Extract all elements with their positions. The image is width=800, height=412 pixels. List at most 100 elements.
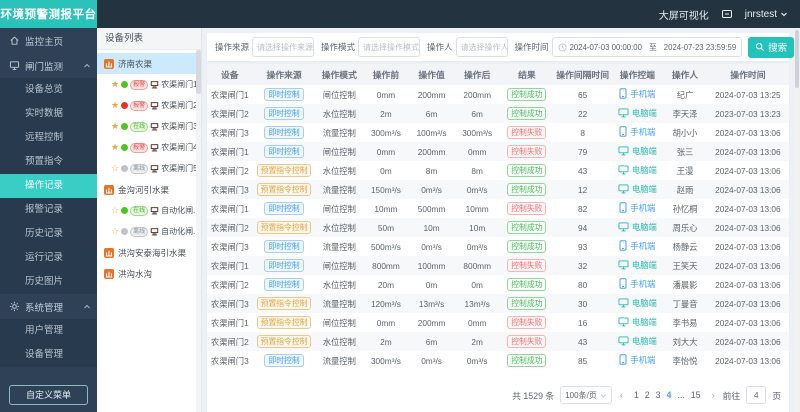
table-row: 农渠闸门2 预置指令控制 水位控制 2m 6m 2m 控制失败 43 电脑端 刘大大 2024-07… — [207, 332, 789, 351]
cell-terminal: 手机端 — [612, 85, 664, 104]
table-header-row: 设备 操作来源 操作模式 操作前 操作值 操作后 结果 操作间隔时间 操作控端 操作人 操作时间 — [207, 64, 789, 85]
terminal-indicator: 手机端 — [619, 202, 655, 214]
cell-device: 农渠闸门3 — [210, 241, 249, 252]
sidebar-item-报警记录[interactable]: 报警记录 — [0, 198, 97, 222]
sidebar-group-gate-monitor[interactable]: 闸门监测 — [0, 53, 97, 78]
cell-operator: 王笑天 — [663, 256, 707, 275]
prev-page-button[interactable]: ‹ — [618, 390, 625, 400]
table-row: 农渠闸门1 即时控制 闸位控制 0mm 200mm 200mm 控制成功 65 手机端 纪广 202… — [207, 85, 789, 104]
user-menu[interactable]: jnrstest — [745, 9, 788, 20]
page-button-2[interactable]: 2 — [642, 390, 653, 400]
tree-group-洪沟水沟[interactable]: 洪沟水沟 — [97, 263, 201, 284]
source-badge: 即时控制 — [264, 278, 304, 291]
sidebar-item-实时数据[interactable]: 实时数据 — [0, 102, 97, 126]
filter-mode-label: 操作模式 — [321, 42, 356, 52]
tree-group-济南农渠[interactable]: 济南农渠 — [97, 53, 201, 74]
tree-device-自动化闸..[interactable]: ☆ 离线 自动化闸.. — [97, 221, 201, 242]
cell-interval: 32 — [553, 256, 612, 275]
cell-result: 控制成功 — [500, 161, 554, 180]
cell-source: 预置指令控制 — [252, 294, 316, 313]
tree-group-label: 济南农渠 — [118, 58, 153, 69]
tree-group-金沟河引水渠[interactable]: 金沟河引水渠 — [97, 179, 201, 200]
sidebar-item-设备总览[interactable]: 设备总览 — [0, 78, 97, 102]
cell-time: 2023-07-03 13:23 — [706, 104, 789, 123]
cell-value: 10m — [408, 218, 455, 237]
favorite-star-icon[interactable]: ☆ — [111, 164, 119, 173]
sidebar-item-历史记录[interactable]: 历史记录 — [0, 222, 97, 246]
favorite-star-icon[interactable]: ★ — [111, 122, 119, 131]
tree-device-农渠闸门2[interactable]: ★ 报警 农渠闸门2 — [97, 95, 201, 116]
result-badge: 控制成功 — [507, 297, 547, 310]
sidebar-item-home[interactable]: 监控主页 — [0, 28, 97, 53]
phone-icon — [619, 202, 627, 213]
favorite-star-icon[interactable]: ★ — [111, 101, 119, 110]
cell-result: 控制失败 — [500, 256, 554, 275]
favorite-star-icon[interactable]: ☆ — [111, 206, 119, 215]
cell-device: 农渠闸门1 — [210, 89, 249, 100]
goto-page-input[interactable]: 4 — [746, 386, 767, 404]
tree-group-label: 洪沟水沟 — [118, 268, 153, 279]
sidebar-item-运行记录[interactable]: 运行记录 — [0, 246, 97, 270]
favorite-star-icon[interactable]: ☆ — [111, 227, 119, 236]
cell-operator: 王漫 — [676, 165, 694, 176]
filter-time-label: 操作时间 — [514, 42, 549, 52]
sidebar-group-system[interactable]: 系统管理 — [0, 294, 97, 319]
table-row: 农渠闸门1 即时控制 闸位控制 800mm 100mm 800mm 控制失败 32 电脑端 王笑天… — [207, 256, 789, 275]
sidebar-item-预置指令[interactable]: 预置指令 — [0, 150, 97, 174]
custom-menu-button[interactable]: 自定义菜单 — [9, 385, 88, 405]
favorite-star-icon[interactable]: ★ — [111, 80, 119, 89]
cell-source: 即时控制 — [252, 104, 316, 123]
page-button-1[interactable]: 1 — [631, 390, 642, 400]
cell-device: 农渠闸门1 — [210, 203, 249, 214]
cell-before: 120m³/s — [363, 294, 409, 313]
cell-before: 2m — [363, 104, 409, 123]
phone-icon — [619, 354, 627, 365]
tree-device-自动化闸..[interactable]: ☆ 在线 自动化闸.. — [97, 200, 201, 221]
tree-device-农渠闸门4[interactable]: ★ 报警 农渠闸门4 — [97, 137, 201, 158]
cell-after: 8m — [471, 165, 483, 176]
cell-before: 20m — [377, 279, 394, 290]
table-row: 农渠闸门2 即时控制 水位控制 2m 6m 6m 控制成功 22 电脑端 李天泽 2023-07-0… — [207, 104, 789, 123]
time-range-input[interactable]: 2024-07-03 00:00:00 至 2024-07-23 23:59:5… — [551, 37, 743, 57]
terminal-label: 电脑端 — [631, 336, 657, 346]
search-button[interactable]: 搜索 — [748, 36, 795, 58]
filter-source-select[interactable]: 请选择操作来源 — [252, 37, 315, 57]
filter-mode-select[interactable]: 请选择操作模式 — [358, 37, 421, 57]
time-separator: 至 — [648, 42, 657, 52]
sidebar-item-用户管理[interactable]: 用户管理 — [0, 319, 97, 343]
next-page-button[interactable]: › — [710, 390, 717, 400]
tree-device-农渠闸门5[interactable]: ☆ 离线 农渠闸门5 — [97, 158, 201, 179]
page-size-select[interactable]: 100条/页 — [560, 386, 612, 404]
tree-device-农渠闸门3[interactable]: ★ 在线 农渠闸门3 — [97, 116, 201, 137]
big-screen-link[interactable]: 大屏可视化 — [659, 7, 709, 22]
status-badge: 报警 — [130, 100, 149, 111]
filter-operator-select[interactable]: 请选择操作人 — [455, 37, 509, 57]
sidebar-item-设备管理[interactable]: 设备管理 — [0, 343, 97, 367]
table-row: 农渠闸门1 预置指令控制 闸位控制 0mm 200mm 0mm 控制失败 16 电脑端 李书易 20… — [207, 313, 789, 332]
device-icon — [150, 122, 159, 131]
sidebar-item-操作记录[interactable]: 操作记录 — [0, 174, 97, 198]
column-header-操作时间: 操作时间 — [706, 64, 789, 85]
cell-terminal: 电脑端 — [611, 294, 664, 313]
column-header-设备: 设备 — [207, 64, 253, 85]
cell-source: 预置指令控制 — [253, 313, 316, 332]
terminal-label: 电脑端 — [631, 298, 657, 308]
status-badge: 在线 — [130, 121, 149, 132]
tree-device-农渠闸门1[interactable]: ★ 报警 农渠闸门1 — [97, 74, 201, 95]
cell-terminal: 手机端 — [612, 123, 664, 142]
cell-mode: 水位控制 — [315, 332, 364, 351]
page-button-4[interactable]: 4 — [664, 390, 675, 400]
sidebar-item-远程控制[interactable]: 远程控制 — [0, 126, 97, 150]
message-icon[interactable] — [721, 8, 733, 20]
device-panel-scrollbar[interactable] — [196, 50, 201, 412]
sidebar-item-历史图片[interactable]: 历史图片 — [0, 270, 97, 294]
cell-after: 13m³/s — [454, 294, 500, 313]
chevron-up-icon — [84, 304, 90, 308]
cell-interval: 94 — [553, 218, 612, 237]
favorite-star-icon[interactable]: ★ — [111, 143, 119, 152]
total-count: 共 1529 条 — [512, 390, 555, 401]
window-scrollbar[interactable] — [794, 28, 800, 412]
page-button-3[interactable]: 3 — [653, 390, 664, 400]
tree-group-洪沟安泰海引水渠[interactable]: 洪沟安泰海引水渠 — [97, 242, 201, 263]
page-button-15[interactable]: 15 — [688, 390, 704, 400]
